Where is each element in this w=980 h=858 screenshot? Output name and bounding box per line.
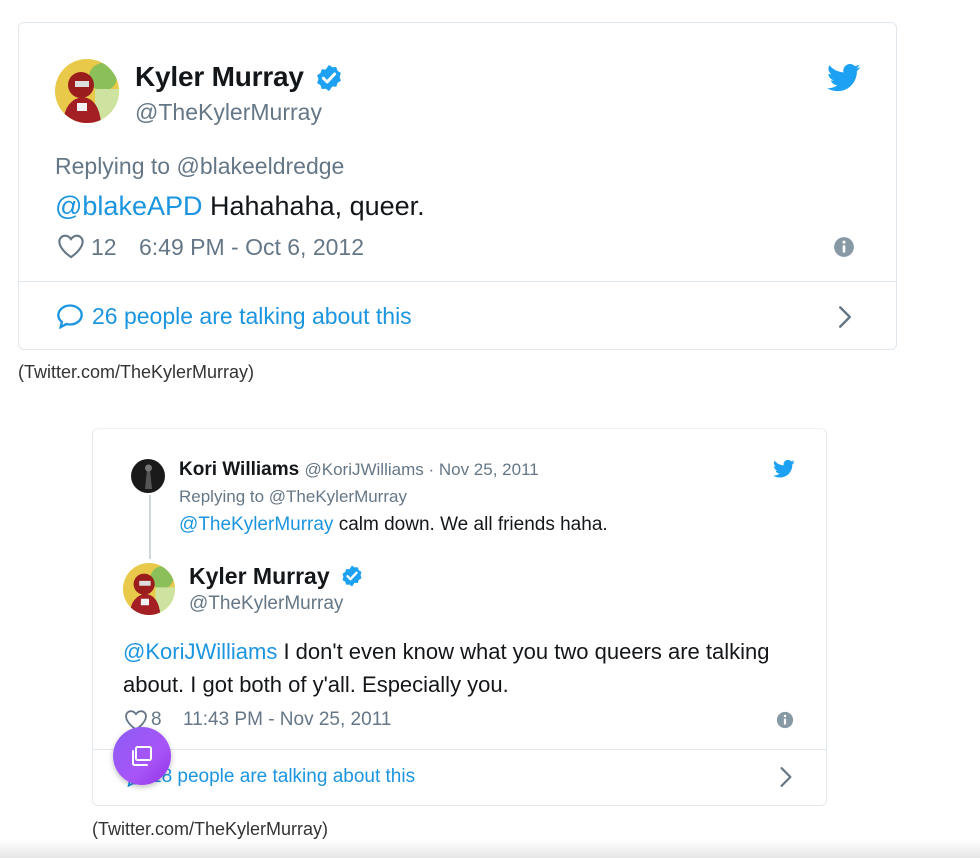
twitter-bird-icon[interactable] xyxy=(773,459,795,479)
replying-to-line: Replying to @TheKylerMurray xyxy=(179,487,407,507)
image-caption: (Twitter.com/TheKylerMurray) xyxy=(92,819,329,839)
heart-icon[interactable] xyxy=(57,233,85,259)
replying-prefix: Replying to xyxy=(55,153,177,179)
conversation-link[interactable]: 18 people are talking about this xyxy=(151,766,415,788)
comment-bubble-icon[interactable] xyxy=(56,303,84,329)
twitter-bird-icon[interactable] xyxy=(827,63,861,93)
verified-icon xyxy=(342,565,362,587)
page-bottom-edge xyxy=(0,840,980,858)
user-handle[interactable]: @TheKylerMurray xyxy=(189,593,343,615)
display-name[interactable]: Kyler Murray xyxy=(135,61,304,93)
mention-link[interactable]: @blakeAPD xyxy=(55,191,202,221)
like-count[interactable]: 8 xyxy=(151,709,162,731)
parent-tweet-text: @TheKylerMurray calm down. We all friend… xyxy=(179,514,608,536)
tweet-text: @KoriJWilliams I don't even know what yo… xyxy=(123,635,803,701)
mention-link[interactable]: @TheKylerMurray xyxy=(179,514,333,535)
handle-and-date[interactable]: @KoriJWilliams · Nov 25, 2011 xyxy=(304,460,538,479)
image-caption: (Twitter.com/TheKylerMurray) xyxy=(18,362,255,382)
tweet-body: Hahahaha, queer. xyxy=(202,191,425,221)
like-count[interactable]: 12 xyxy=(91,234,117,261)
chevron-right-icon[interactable] xyxy=(837,305,853,329)
info-icon[interactable] xyxy=(776,711,794,729)
gallery-button[interactable] xyxy=(113,727,171,785)
timestamp-link[interactable]: 6:49 PM - Oct 6, 2012 xyxy=(139,234,364,261)
embedded-tweet-card[interactable]: Kori Williams @KoriJWilliams · Nov 25, 2… xyxy=(92,428,827,806)
avatar[interactable] xyxy=(131,459,165,493)
avatar[interactable] xyxy=(55,59,119,123)
display-name[interactable]: Kyler Murray xyxy=(189,563,330,590)
avatar-image xyxy=(131,459,165,493)
thread-connector xyxy=(149,495,151,559)
replying-to-link[interactable]: @TheKylerMurray xyxy=(269,487,407,506)
avatar-image xyxy=(123,563,175,615)
avatar[interactable] xyxy=(123,563,175,615)
divider xyxy=(19,281,896,282)
timestamp-link[interactable]: 11:43 PM - Nov 25, 2011 xyxy=(183,709,391,731)
replying-to-line: Replying to @blakeeldredge xyxy=(55,153,344,180)
replying-prefix: Replying to xyxy=(179,487,269,506)
tweet-text: @blakeAPD Hahahaha, queer. xyxy=(55,191,425,222)
embedded-tweet-card[interactable]: Kyler Murray @TheKylerMurray Replying to… xyxy=(18,22,897,350)
tweet-body: calm down. We all friends haha. xyxy=(333,514,608,535)
avatar-image xyxy=(55,59,119,123)
conversation-link[interactable]: 26 people are talking about this xyxy=(92,303,412,330)
parent-tweet-header: Kori Williams @KoriJWilliams · Nov 25, 2… xyxy=(179,459,539,481)
user-handle[interactable]: @TheKylerMurray xyxy=(135,99,322,126)
chevron-right-icon[interactable] xyxy=(779,766,793,788)
replying-to-link[interactable]: @blakeeldredge xyxy=(176,153,344,179)
info-icon[interactable] xyxy=(833,236,855,258)
gallery-icon xyxy=(132,746,152,766)
divider xyxy=(93,749,826,750)
verified-icon xyxy=(317,64,341,92)
display-name[interactable]: Kori Williams xyxy=(179,459,299,480)
mention-link[interactable]: @KoriJWilliams xyxy=(123,639,277,664)
